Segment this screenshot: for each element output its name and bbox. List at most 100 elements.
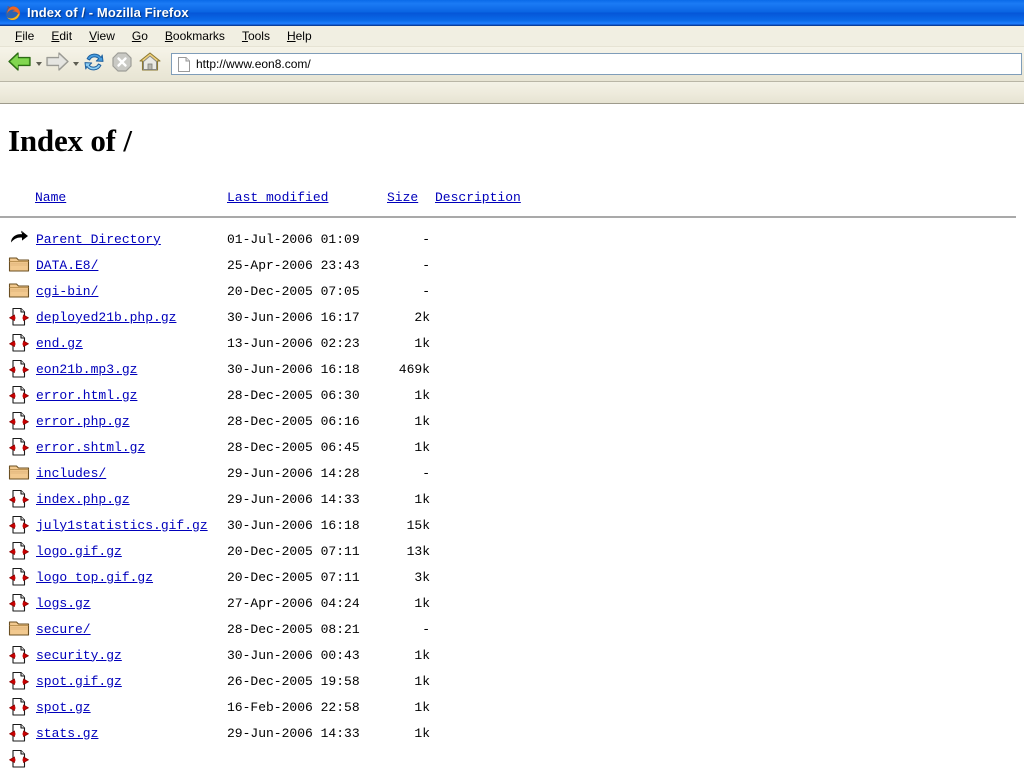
- file-link[interactable]: spot.gz: [36, 700, 91, 715]
- menu-item-view[interactable]: View: [81, 27, 124, 45]
- file-link[interactable]: error.php.gz: [36, 414, 130, 429]
- menu-item-go[interactable]: Go: [124, 27, 157, 45]
- stop-button: [108, 50, 136, 78]
- file-size: 1k: [414, 725, 430, 741]
- compressed-file-icon: [8, 722, 30, 744]
- file-link[interactable]: includes/: [36, 466, 106, 481]
- stop-icon: [111, 51, 133, 78]
- file-size: 1k: [414, 595, 430, 611]
- file-size: 1k: [414, 387, 430, 403]
- menu-item-tools[interactable]: Tools: [234, 27, 279, 45]
- file-size: 15k: [406, 517, 430, 533]
- file-link[interactable]: error.shtml.gz: [36, 440, 145, 455]
- file-size: 1k: [414, 491, 430, 507]
- menu-item-help[interactable]: Help: [279, 27, 321, 45]
- listing-row: logo.gif.gz 20-Dec-2005 07:11 13k: [8, 541, 1024, 567]
- file-modified: 28-Dec-2005 06:16: [227, 413, 360, 429]
- compressed-file-icon: [8, 566, 30, 588]
- column-header-description[interactable]: Description: [435, 190, 521, 205]
- folder-icon: [8, 254, 30, 276]
- file-modified: 27-Apr-2006 04:24: [227, 595, 360, 611]
- forward-history-dropdown[interactable]: [71, 50, 80, 78]
- column-header-size[interactable]: Size: [387, 190, 418, 205]
- file-modified: 30-Jun-2006 16:18: [227, 361, 360, 377]
- listing-row: [8, 749, 1024, 768]
- file-size: -: [422, 231, 430, 247]
- file-link[interactable]: cgi-bin/: [36, 284, 98, 299]
- folder-icon: [8, 618, 30, 640]
- listing-row: spot.gz 16-Feb-2006 22:58 1k: [8, 697, 1024, 723]
- file-modified: 26-Dec-2005 19:58: [227, 673, 360, 689]
- file-modified: 29-Jun-2006 14:33: [227, 725, 360, 741]
- forward-arrow-icon: [44, 50, 70, 79]
- compressed-file-icon: [8, 488, 30, 510]
- listing-row: Parent Directory 01-Jul-2006 01:09 -: [8, 229, 1024, 255]
- file-size: 1k: [414, 673, 430, 689]
- file-modified: 01-Jul-2006 01:09: [227, 231, 360, 247]
- listing-row: logo top.gif.gz 20-Dec-2005 07:11 3k: [8, 567, 1024, 593]
- parent-directory-icon: [8, 228, 30, 250]
- menu-item-bookmarks[interactable]: Bookmarks: [157, 27, 234, 45]
- file-size: 3k: [414, 569, 430, 585]
- file-modified: 30-Jun-2006 00:43: [227, 647, 360, 663]
- file-size: 1k: [414, 439, 430, 455]
- reload-button[interactable]: [80, 50, 108, 78]
- home-icon: [138, 50, 162, 79]
- back-button[interactable]: [6, 50, 34, 78]
- file-modified: 20-Dec-2005 07:11: [227, 543, 360, 559]
- listing-column-headers: Name Last modified Size Description: [8, 190, 1024, 212]
- file-size: 1k: [414, 413, 430, 429]
- listing-row: security.gz 30-Jun-2006 00:43 1k: [8, 645, 1024, 671]
- compressed-file-icon: [8, 306, 30, 328]
- file-link[interactable]: logs.gz: [36, 596, 91, 611]
- compressed-file-icon: [8, 384, 30, 406]
- file-link[interactable]: eon21b.mp3.gz: [36, 362, 137, 377]
- file-modified: 16-Feb-2006 22:58: [227, 699, 360, 715]
- file-size: 13k: [406, 543, 430, 559]
- file-link[interactable]: Parent Directory: [36, 232, 161, 247]
- file-size: 1k: [414, 335, 430, 351]
- listing-row: deployed21b.php.gz 30-Jun-2006 16:17 2k: [8, 307, 1024, 333]
- file-link[interactable]: secure/: [36, 622, 91, 637]
- listing-row: logs.gz 27-Apr-2006 04:24 1k: [8, 593, 1024, 619]
- file-modified: 25-Apr-2006 23:43: [227, 257, 360, 273]
- file-link[interactable]: logo top.gif.gz: [36, 570, 153, 585]
- listing-row: error.php.gz 28-Dec-2005 06:16 1k: [8, 411, 1024, 437]
- file-size: 1k: [414, 647, 430, 663]
- file-modified: 29-Jun-2006 14:33: [227, 491, 360, 507]
- file-link[interactable]: july1statistics.gif.gz: [36, 518, 208, 533]
- forward-button[interactable]: [43, 50, 71, 78]
- file-link[interactable]: end.gz: [36, 336, 83, 351]
- listing-row: stats.gz 29-Jun-2006 14:33 1k: [8, 723, 1024, 749]
- file-link[interactable]: deployed21b.php.gz: [36, 310, 176, 325]
- file-size: -: [422, 465, 430, 481]
- folder-icon: [8, 462, 30, 484]
- file-link[interactable]: error.html.gz: [36, 388, 137, 403]
- folder-icon: [8, 280, 30, 302]
- menu-bar: File Edit View Go Bookmarks Tools Help: [0, 26, 1024, 47]
- url-text[interactable]: http://www.eon8.com/: [196, 57, 311, 71]
- compressed-file-icon: [8, 540, 30, 562]
- compressed-file-icon: [8, 436, 30, 458]
- menu-item-file[interactable]: File: [7, 27, 43, 45]
- file-modified: 30-Jun-2006 16:17: [227, 309, 360, 325]
- listing-row: error.shtml.gz 28-Dec-2005 06:45 1k: [8, 437, 1024, 463]
- menu-item-edit[interactable]: Edit: [43, 27, 81, 45]
- file-link[interactable]: logo.gif.gz: [36, 544, 122, 559]
- file-modified: 29-Jun-2006 14:28: [227, 465, 360, 481]
- file-link[interactable]: index.php.gz: [36, 492, 130, 507]
- file-link[interactable]: security.gz: [36, 648, 122, 663]
- url-bar[interactable]: http://www.eon8.com/: [171, 53, 1022, 75]
- listing-row: includes/29-Jun-2006 14:28 -: [8, 463, 1024, 489]
- file-link[interactable]: stats.gz: [36, 726, 98, 741]
- column-header-modified[interactable]: Last modified: [227, 190, 328, 205]
- back-history-dropdown[interactable]: [34, 50, 43, 78]
- column-header-name[interactable]: Name: [35, 190, 66, 205]
- file-size: -: [422, 283, 430, 299]
- listing-divider: [0, 215, 1016, 218]
- compressed-file-icon: [8, 514, 30, 536]
- navigation-toolbar: http://www.eon8.com/: [0, 47, 1024, 82]
- file-link[interactable]: DATA.E8/: [36, 258, 98, 273]
- home-button[interactable]: [136, 50, 164, 78]
- file-link[interactable]: spot.gif.gz: [36, 674, 122, 689]
